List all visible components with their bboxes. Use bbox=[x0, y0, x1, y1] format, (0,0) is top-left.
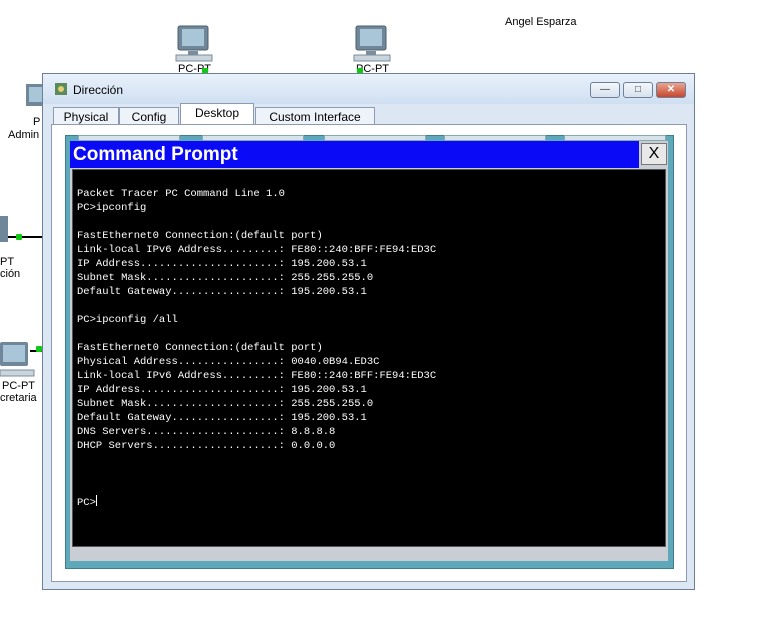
terminal-line: Packet Tracer PC Command Line 1.0 bbox=[77, 188, 285, 200]
terminal-line: IP Address......................: 195.20… bbox=[77, 384, 367, 396]
terminal-line: Subnet Mask.....................: 255.25… bbox=[77, 398, 374, 410]
terminal-line: Physical Address................: 0040.0… bbox=[77, 356, 380, 368]
author-label: Angel Esparza bbox=[505, 16, 577, 28]
pc-icon[interactable] bbox=[172, 24, 216, 66]
tab-desktop[interactable]: Desktop bbox=[180, 103, 254, 126]
link-status-dot bbox=[16, 234, 22, 240]
terminal-line: Subnet Mask.....................: 255.25… bbox=[77, 272, 374, 284]
terminal-line: DNS Servers.....................: 8.8.8.… bbox=[77, 426, 336, 438]
tab-config[interactable]: Config bbox=[119, 107, 179, 125]
terminal-line: PC>ipconfig /all bbox=[77, 314, 178, 326]
device-label-admin: Admin bbox=[8, 129, 40, 141]
terminal-line: Default Gateway.................: 195.20… bbox=[77, 412, 367, 424]
terminal-prompt-line[interactable]: PC> bbox=[77, 495, 661, 509]
pc-icon[interactable] bbox=[0, 214, 10, 248]
terminal-line: Link-local IPv6 Address.........: FE80::… bbox=[77, 370, 437, 382]
tab-physical[interactable]: Physical bbox=[53, 107, 119, 125]
terminal-line: FastEthernet0 Connection:(default port) bbox=[77, 342, 323, 354]
pc-icon[interactable] bbox=[20, 82, 44, 116]
device-label-cion: ción bbox=[0, 268, 21, 280]
device-label-pc3: PC-PT bbox=[2, 380, 35, 392]
terminal-line: DHCP Servers....................: 0.0.0.… bbox=[77, 440, 336, 452]
terminal-output[interactable]: Packet Tracer PC Command Line 1.0 PC>ipc… bbox=[72, 169, 666, 547]
terminal-line: PC>ipconfig bbox=[77, 202, 147, 214]
terminal-line: Link-local IPv6 Address.........: FE80::… bbox=[77, 244, 437, 256]
command-prompt-close-button[interactable]: X bbox=[641, 143, 667, 165]
text-cursor bbox=[95, 495, 97, 506]
terminal-prompt: PC> bbox=[77, 497, 96, 509]
tab-content: Command Prompt X Packet Tracer PC Comman… bbox=[51, 124, 687, 582]
pc-icon[interactable] bbox=[0, 340, 36, 380]
desktop-area: Command Prompt X Packet Tracer PC Comman… bbox=[65, 135, 674, 569]
device-label-secretaria: cretaria bbox=[0, 392, 37, 404]
packet-tracer-icon bbox=[55, 83, 67, 95]
window-title: Dirección bbox=[73, 83, 124, 97]
close-button[interactable]: ✕ bbox=[656, 82, 686, 98]
terminal-line: IP Address......................: 195.20… bbox=[77, 258, 367, 270]
pc-icon[interactable] bbox=[350, 24, 394, 66]
command-prompt-title: Command Prompt bbox=[70, 141, 639, 168]
terminal-line: FastEthernet0 Connection:(default port) bbox=[77, 230, 323, 242]
maximize-button[interactable]: □ bbox=[623, 82, 653, 98]
device-label-p: P bbox=[33, 116, 41, 128]
window-titlebar[interactable]: Dirección — □ ✕ bbox=[43, 74, 694, 104]
minimize-button[interactable]: — bbox=[590, 82, 620, 98]
tab-custom-interface[interactable]: Custom Interface bbox=[255, 107, 375, 125]
terminal-line: Default Gateway.................: 195.20… bbox=[77, 286, 367, 298]
network-link bbox=[8, 236, 42, 238]
command-prompt-window: Command Prompt X Packet Tracer PC Comman… bbox=[70, 141, 668, 561]
device-window: Dirección — □ ✕ Physical Config Desktop … bbox=[42, 73, 695, 590]
device-label-pt: PT bbox=[0, 256, 15, 268]
